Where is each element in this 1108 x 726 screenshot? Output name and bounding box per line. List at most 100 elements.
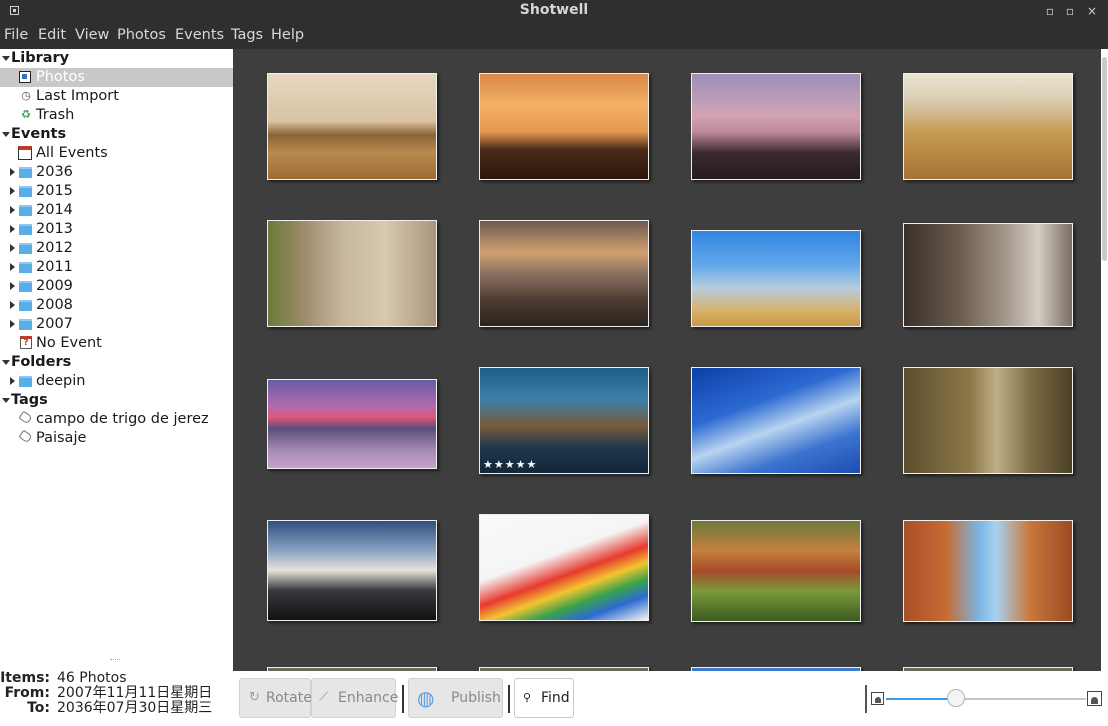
photo-thumbnail[interactable] bbox=[479, 514, 649, 621]
photo-thumbnail[interactable] bbox=[479, 220, 649, 327]
sidebar-item-year-2014[interactable]: 2014 bbox=[0, 201, 233, 220]
sidebar-header-label: Library bbox=[11, 50, 70, 66]
photo-thumbnail[interactable] bbox=[691, 520, 861, 622]
expander-down-icon[interactable] bbox=[2, 398, 10, 403]
expander-right-icon[interactable] bbox=[10, 206, 15, 214]
all-events-icon bbox=[18, 146, 32, 160]
sidebar-item-tag-paisaje[interactable]: Paisaje bbox=[0, 429, 233, 448]
folder-icon bbox=[19, 262, 32, 273]
sidebar-item-label: 2014 bbox=[36, 202, 73, 218]
maximize-icon[interactable]: ▫ bbox=[1062, 3, 1078, 19]
expander-down-icon[interactable] bbox=[2, 360, 10, 365]
sidebar-item-year-2036[interactable]: 2036 bbox=[0, 163, 233, 182]
menu-view[interactable]: View bbox=[75, 27, 109, 43]
sidebar-item-photos[interactable]: Photos bbox=[0, 68, 233, 87]
menu-tags[interactable]: Tags bbox=[231, 27, 263, 43]
photo-thumbnail[interactable] bbox=[267, 520, 437, 621]
close-icon[interactable]: × bbox=[1084, 3, 1100, 19]
sidebar-item-tag-campo[interactable]: campo de trigo de jerez bbox=[0, 410, 233, 429]
sidebar-item-year-2008[interactable]: 2008 bbox=[0, 296, 233, 315]
enhance-label: Enhance bbox=[338, 690, 399, 706]
sidebar-item-label: 2012 bbox=[36, 240, 73, 256]
zoom-slider-knob[interactable] bbox=[947, 689, 965, 707]
photo-thumbnail[interactable]: ★★★★★ bbox=[479, 367, 649, 474]
photo-thumbnail[interactable] bbox=[903, 367, 1073, 474]
expander-down-icon[interactable] bbox=[2, 132, 10, 137]
find-button[interactable]: ⚲ Find bbox=[514, 678, 574, 718]
sidebar-item-all-events[interactable]: All Events bbox=[0, 144, 233, 163]
sidebar-item-label: No Event bbox=[36, 335, 102, 351]
sidebar-item-no-event[interactable]: ? No Event bbox=[0, 334, 233, 353]
sidebar-item-folder-deepin[interactable]: deepin bbox=[0, 372, 233, 391]
sidebar-item-year-2013[interactable]: 2013 bbox=[0, 220, 233, 239]
expander-right-icon[interactable] bbox=[10, 301, 15, 309]
sidebar-header-library[interactable]: Library bbox=[0, 49, 233, 68]
folder-icon bbox=[19, 243, 32, 254]
sidebar-item-label: 2009 bbox=[36, 278, 73, 294]
toolbar-separator bbox=[508, 685, 510, 713]
rotate-button[interactable]: ↻ Rotate bbox=[239, 678, 312, 718]
sidebar-item-year-2015[interactable]: 2015 bbox=[0, 182, 233, 201]
zoom-out-icon[interactable] bbox=[871, 692, 884, 705]
pane-resize-handle[interactable] bbox=[110, 659, 120, 661]
photo-thumbnail[interactable] bbox=[479, 73, 649, 180]
sidebar-item-label: deepin bbox=[36, 373, 86, 389]
bottom-toolbar: ↻ Rotate ⟋ Enhance ◍ Publish ⚲ Find bbox=[233, 671, 1108, 726]
find-label: Find bbox=[541, 690, 570, 706]
to-label: To: bbox=[27, 700, 50, 716]
expander-right-icon[interactable] bbox=[10, 244, 15, 252]
sidebar-item-last-import[interactable]: ◷ Last Import bbox=[0, 87, 233, 106]
sidebar-header-tags[interactable]: Tags bbox=[0, 391, 233, 410]
expander-right-icon[interactable] bbox=[10, 225, 15, 233]
grid-scrollbar[interactable] bbox=[1101, 49, 1108, 671]
menu-events[interactable]: Events bbox=[175, 27, 224, 43]
sidebar-item-year-2012[interactable]: 2012 bbox=[0, 239, 233, 258]
expander-right-icon[interactable] bbox=[10, 377, 15, 385]
search-icon: ⚲ bbox=[523, 691, 532, 704]
expander-right-icon[interactable] bbox=[10, 168, 15, 176]
sidebar-header-label: Tags bbox=[11, 392, 48, 408]
expander-right-icon[interactable] bbox=[10, 282, 15, 290]
sidebar-item-label: Photos bbox=[36, 69, 85, 85]
folder-icon bbox=[19, 319, 32, 330]
expander-right-icon[interactable] bbox=[10, 187, 15, 195]
sidebar-item-label: Last Import bbox=[36, 88, 119, 104]
enhance-button[interactable]: ⟋ Enhance bbox=[311, 678, 399, 718]
photo-thumbnail[interactable] bbox=[691, 73, 861, 180]
folder-icon bbox=[19, 224, 32, 235]
expander-down-icon[interactable] bbox=[2, 56, 10, 61]
folder-icon bbox=[19, 167, 32, 178]
zoom-in-icon[interactable] bbox=[1087, 691, 1102, 706]
photo-thumbnail[interactable] bbox=[903, 520, 1073, 622]
no-event-icon: ? bbox=[20, 336, 32, 349]
sidebar-item-year-2007[interactable]: 2007 bbox=[0, 315, 233, 334]
photo-thumbnail[interactable] bbox=[267, 220, 437, 327]
photo-thumbnail[interactable] bbox=[267, 379, 437, 469]
menu-photos[interactable]: Photos bbox=[117, 27, 166, 43]
sidebar-header-folders[interactable]: Folders bbox=[0, 353, 233, 372]
photo-thumbnail[interactable] bbox=[691, 230, 861, 327]
sidebar-item-trash[interactable]: ♻ Trash bbox=[0, 106, 233, 125]
scrollbar-thumb[interactable] bbox=[1102, 57, 1107, 261]
menu-file[interactable]: File bbox=[4, 27, 28, 43]
zoom-slider-fill bbox=[886, 698, 956, 700]
sidebar-header-events[interactable]: Events bbox=[0, 125, 233, 144]
expander-right-icon[interactable] bbox=[10, 320, 15, 328]
photo-thumbnail[interactable] bbox=[691, 367, 861, 474]
folder-icon bbox=[19, 376, 32, 387]
photo-thumbnail[interactable] bbox=[903, 223, 1073, 327]
photo-grid: ★★★★★ bbox=[233, 49, 1101, 671]
sidebar-item-year-2011[interactable]: 2011 bbox=[0, 258, 233, 277]
menu-help[interactable]: Help bbox=[271, 27, 304, 43]
publish-label: Publish bbox=[451, 690, 501, 706]
photo-thumbnail[interactable] bbox=[903, 73, 1073, 180]
folder-icon bbox=[19, 186, 32, 197]
minimize-icon[interactable]: ▫ bbox=[1042, 3, 1058, 19]
menu-edit[interactable]: Edit bbox=[38, 27, 66, 43]
photo-thumbnail[interactable] bbox=[267, 73, 437, 180]
sidebar: Library Photos ◷ Last Import ♻ Trash Eve… bbox=[0, 49, 233, 671]
folder-icon bbox=[19, 281, 32, 292]
expander-right-icon[interactable] bbox=[10, 263, 15, 271]
sidebar-item-year-2009[interactable]: 2009 bbox=[0, 277, 233, 296]
publish-button[interactable]: ◍ Publish bbox=[408, 678, 503, 718]
